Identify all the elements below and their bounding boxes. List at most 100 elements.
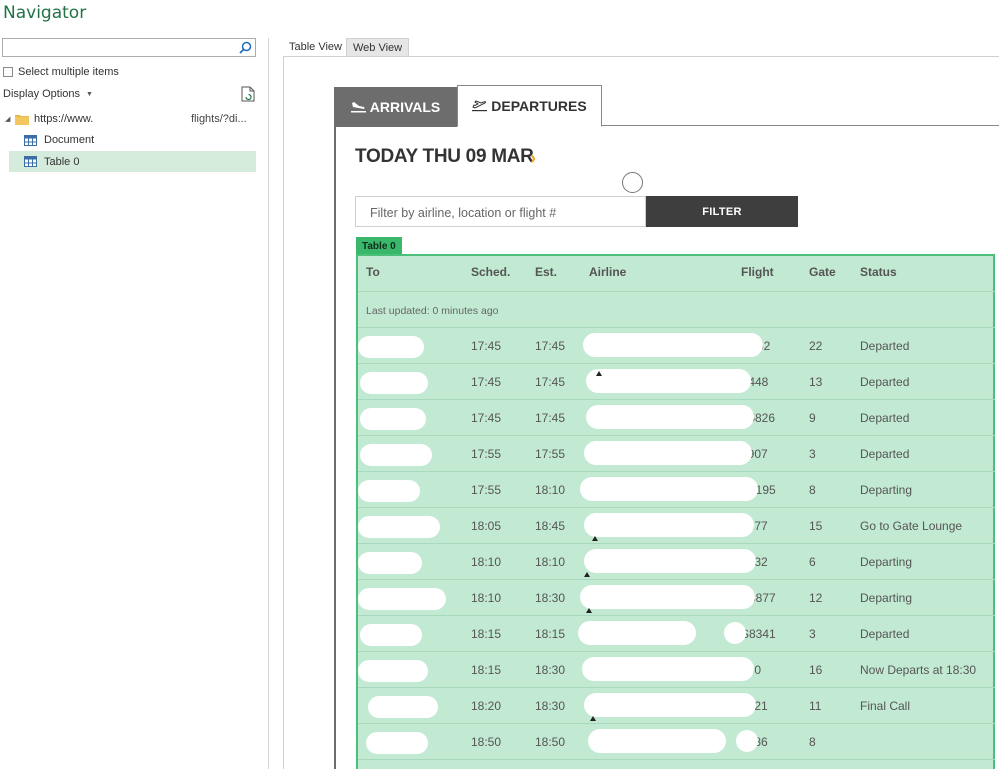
cell-status: Final Call [860, 699, 911, 713]
pane-splitter[interactable] [268, 38, 269, 769]
cell-sched: 18:10 [471, 591, 502, 605]
cell-est: 17:45 [535, 375, 566, 389]
table-row[interactable]: 18:10 18:30 E8877 12 Departing [358, 580, 995, 616]
airline-logo-fragment [596, 371, 602, 376]
table-header-row: To Sched. Est. Airline Flight Gate Statu… [358, 256, 995, 292]
tab-web-view[interactable]: Web View [346, 38, 410, 57]
navigator-title: Navigator [3, 3, 87, 23]
redacted-airline [584, 441, 752, 465]
select-multiple-label: Select multiple items [18, 66, 119, 78]
redacted-airline [580, 477, 758, 501]
cell-est: 18:10 [535, 555, 566, 569]
tree-item-table-0[interactable]: Table 0 [9, 151, 256, 172]
cell-gate: 13 [809, 375, 823, 389]
cell-est: 18:30 [535, 663, 566, 677]
cell-status: Departed [860, 411, 910, 425]
cell-status: Now Departs at 18:30 [860, 663, 977, 677]
tree-root-url: https://www. [34, 113, 94, 125]
table-row[interactable]: 18:1518:3045016Now Departs at 18:30 [358, 652, 995, 688]
cell-status: Departed [860, 627, 910, 641]
tree-root-url-suffix: flights/?di... [191, 113, 247, 125]
redacted-destination [358, 336, 424, 358]
select-multiple-checkbox[interactable] [3, 67, 13, 77]
tab-departures[interactable]: DEPARTURES [457, 85, 602, 127]
redacted-destination [358, 660, 428, 682]
redacted-airline [578, 621, 696, 645]
cell-gate: 9 [809, 411, 816, 425]
cell-est: 17:45 [535, 339, 566, 353]
cell-gate: 16 [809, 663, 823, 677]
table-row[interactable]: 17:55 17:55 8907 3 Departed [358, 436, 995, 472]
cell-est: 18:45 [535, 519, 566, 533]
flights-table[interactable]: To Sched. Est. Airline Flight Gate Statu… [356, 254, 995, 769]
redacted-destination [360, 408, 426, 430]
search-icon[interactable] [239, 41, 252, 54]
cell-sched: 18:10 [471, 555, 502, 569]
redacted-dot [736, 730, 758, 752]
cell-gate: 11 [809, 699, 822, 713]
redacted-airline [580, 585, 755, 609]
tree-root-item[interactable]: ◢ https://www. flights/?di... [3, 109, 257, 129]
airline-logo-fragment [586, 608, 592, 613]
redacted-destination [358, 516, 440, 538]
filter-input[interactable]: Filter by airline, location or flight # [355, 196, 646, 227]
cell-gate: 3 [809, 447, 816, 461]
redacted-airline [586, 405, 754, 429]
cell-gate: 3 [809, 627, 816, 641]
select-multiple-row[interactable]: Select multiple items [3, 66, 119, 78]
caret-down-icon: ▼ [86, 90, 93, 98]
web-preview: ARRIVALS DEPARTURES TODAY THU 09 MAR › F… [283, 56, 999, 769]
col-est: Est. [535, 265, 558, 279]
tab-arrivals[interactable]: ARRIVALS [334, 87, 457, 127]
cell-est: 18:50 [535, 735, 566, 749]
cell-status: Departed [860, 339, 910, 353]
cell-gate: 12 [809, 591, 823, 605]
cell-sched: 18:15 [471, 627, 502, 641]
airline-logo-fragment [590, 716, 596, 721]
tree-item-document[interactable]: Document [9, 130, 256, 150]
airline-logo-fragment [584, 572, 590, 577]
cell-flight: S8341 [741, 627, 776, 641]
col-airline: Airline [589, 265, 627, 279]
filter-button[interactable]: FILTER [646, 196, 798, 227]
tab-arrivals-label: ARRIVALS [369, 99, 441, 115]
table-row[interactable]: 17:45 17:45 Z5826 9 Departed [358, 400, 995, 436]
cell-sched: 17:55 [471, 483, 502, 497]
tab-table-view[interactable]: Table View [283, 38, 348, 57]
table-row[interactable]: 18:1018:1082326Departing [358, 544, 995, 580]
refresh-document-icon[interactable] [241, 86, 255, 102]
redacted-destination [360, 444, 432, 466]
search-input[interactable] [2, 38, 256, 57]
redacted-destination [358, 480, 420, 502]
cursor-circle-icon [622, 172, 643, 193]
chevron-right-icon[interactable]: › [530, 148, 536, 169]
redacted-destination [368, 696, 438, 718]
table-row[interactable]: 18:2018:30832111Final Call [358, 688, 995, 724]
redacted-destination [360, 624, 422, 646]
col-status: Status [860, 265, 897, 279]
table-row[interactable]: 18:5018:5082868 [358, 724, 995, 760]
table-row[interactable]: 17:4517:45Q26222Departed [358, 328, 995, 364]
table-row[interactable]: 17:55 18:10 E8195 8 Departing [358, 472, 995, 508]
display-options-menu[interactable]: Display Options ▼ [3, 88, 93, 100]
table-icon [24, 156, 37, 167]
cell-gate: 22 [809, 339, 823, 353]
cell-status: Departing [860, 555, 913, 569]
redacted-airline [584, 693, 756, 717]
redacted-airline [582, 657, 754, 681]
table-0-badge: Table 0 [356, 237, 402, 255]
table-row[interactable]: 17:45 17:45 Z448 13 Departed [358, 364, 995, 400]
table-row[interactable]: 18:15 18:15 S8341 3 Departed [358, 616, 995, 652]
cell-est: 17:45 [535, 411, 566, 425]
table-row[interactable]: 18:05 18:45 7377 15 Go to Gate Lounge [358, 508, 995, 544]
cell-status: Departing [860, 591, 913, 605]
expand-arrow-icon[interactable]: ◢ [5, 115, 15, 123]
web-page: ARRIVALS DEPARTURES TODAY THU 09 MAR › F… [284, 57, 999, 769]
plane-takeoff-icon [472, 100, 488, 112]
airline-logo-fragment [592, 536, 598, 541]
cell-status: Departing [860, 483, 913, 497]
col-to: To [366, 265, 380, 279]
col-sched: Sched. [471, 265, 511, 279]
tree-item-label: Table 0 [44, 155, 80, 168]
cell-sched: 18:05 [471, 519, 502, 533]
